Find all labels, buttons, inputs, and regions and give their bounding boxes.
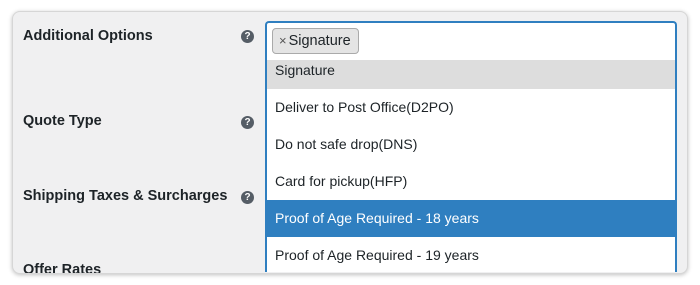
question-circle-icon[interactable]: ?	[241, 191, 254, 204]
offer-rates-label: Offer Rates	[23, 262, 102, 274]
additional-options-select[interactable]: × Signature	[265, 21, 677, 60]
remove-chip-icon[interactable]: ×	[279, 33, 287, 48]
option-hfp[interactable]: Card for pickup(HFP)	[267, 163, 675, 200]
shipping-taxes-label: Shipping Taxes & Surcharges	[23, 188, 228, 204]
quote-type-label: Quote Type	[23, 113, 102, 129]
option-signature[interactable]: Signature	[267, 60, 675, 89]
question-circle-icon[interactable]: ?	[241, 30, 254, 43]
option-d2po[interactable]: Deliver to Post Office(D2PO)	[267, 89, 675, 126]
option-proof-of-age-18[interactable]: Proof of Age Required - 18 years	[267, 200, 675, 237]
option-proof-of-age-19[interactable]: Proof of Age Required - 19 years	[267, 237, 675, 272]
selected-chip-signature: × Signature	[272, 28, 359, 54]
question-circle-icon[interactable]: ?	[241, 116, 254, 129]
option-dns[interactable]: Do not safe drop(DNS)	[267, 126, 675, 163]
settings-panel: Additional Options ? Quote Type ? Shippi…	[12, 11, 688, 274]
options-dropdown[interactable]: Signature Deliver to Post Office(D2PO) D…	[265, 60, 677, 272]
chip-label: Signature	[288, 33, 351, 49]
additional-options-label: Additional Options	[23, 28, 153, 44]
